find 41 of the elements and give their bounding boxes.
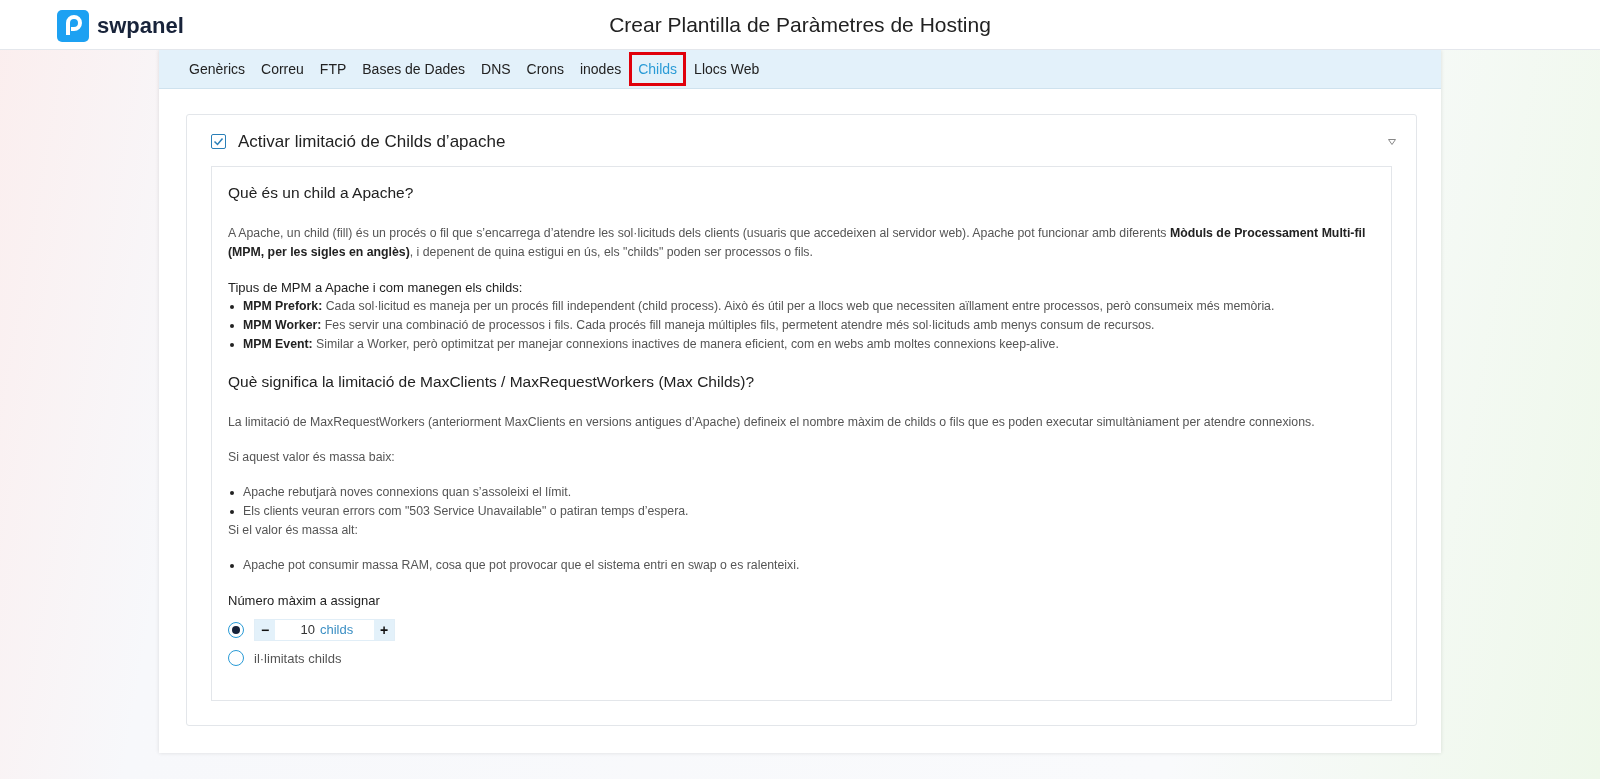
tab[interactable]: Correu — [253, 53, 312, 85]
tab[interactable]: Llocs Web — [686, 53, 768, 85]
list-heading: Tipus de MPM a Apache i com manegen els childs: — [228, 278, 524, 297]
tab[interactable]: Crons — [518, 53, 572, 85]
paragraph: Si aquest valor és massa baix: — [228, 449, 396, 466]
paragraph: La limitació de MaxRequestWorkers (anteriorment MaxClients en versions antigues d’Apache) defineix el nombre màxim de childs o fils que es poden executar simultàniament per atendre connexions. — [228, 414, 1316, 431]
list-item: MPM Event: Similar a Worker, però optimitzat per manejar connexions inactives de manera eficient, com en webs amb moltes connexions keep-alive. — [243, 335, 1059, 353]
checkbox-label: Activar limitació de Childs d’apache — [238, 131, 506, 153]
unit-label: childs — [320, 620, 355, 639]
tab[interactable]: DNS — [473, 53, 519, 85]
paragraph: Si el valor és massa alt: — [228, 522, 359, 539]
section-heading: Què significa la limitació de MaxClients / MaxRequestWorkers (Max Childs)? — [228, 371, 756, 392]
logo-text: swpanel — [97, 12, 184, 40]
number-value: 10 — [299, 620, 316, 639]
list-item: Els clients veuran errors com "503 Service Unavailable" o patiran temps d’espera. — [243, 503, 689, 520]
page-title: Crear Plantilla de Paràmetres de Hosting — [609, 12, 991, 38]
logo-icon — [57, 9, 89, 42]
number-stepper[interactable]: − 10 childs + — [254, 618, 395, 641]
tab[interactable]: Genèrics — [181, 53, 254, 85]
bullet-icon — [230, 564, 234, 568]
radio-label: il·limitats childs — [254, 649, 342, 668]
list-item: MPM Prefork: Cada sol·licitud es maneja per un procés fill independent (child process). Això és útil per a llocs web que necessiten aïllament entre processos, però consumeix més memòria. — [243, 297, 1275, 315]
checkbox[interactable] — [211, 134, 226, 150]
bullet-icon — [230, 323, 234, 328]
field-label: Número màxim a assignar — [228, 592, 381, 610]
list-item: Apache pot consumir massa RAM, cosa que pot provocar que el sistema entri en swap o es ralenteixi. — [243, 557, 800, 574]
paragraph: A Apache, un child (fill) és un procés o fil que s’encarrega d’atendre les sol·licituds dels clients (usuaris que accedeixen al servidor web). Apache pot funcionar amb diferents Mòduls de Processament Multi-fil (MPM, per les sigles en anglès), i depenent de quina estigui en ús, els "childs" poden ser processos o fils. — [228, 224, 1367, 261]
list-item: Apache rebutjarà noves connexions quan s’assoleixi el límit. — [243, 484, 572, 501]
increment-button[interactable]: + — [374, 619, 394, 640]
caret-icon[interactable] — [1388, 138, 1396, 145]
bullet-icon — [230, 510, 234, 514]
tab[interactable]: FTP — [311, 53, 355, 85]
decrement-button[interactable]: − — [255, 619, 275, 640]
bullet-icon — [230, 342, 234, 347]
bullet-icon — [230, 304, 234, 309]
section-heading: Què és un child a Apache? — [228, 182, 415, 203]
tab[interactable]: inodes — [571, 53, 630, 85]
check-icon — [213, 136, 224, 148]
tab[interactable]: Bases de Dades — [354, 53, 473, 85]
list-item: MPM Worker: Fes servir una combinació de processos i fils. Cada procés fill maneja múltiples fils, permetent atendre més sol·licituds amb menys consum de recursos. — [243, 316, 1155, 334]
bullet-icon — [230, 491, 234, 495]
